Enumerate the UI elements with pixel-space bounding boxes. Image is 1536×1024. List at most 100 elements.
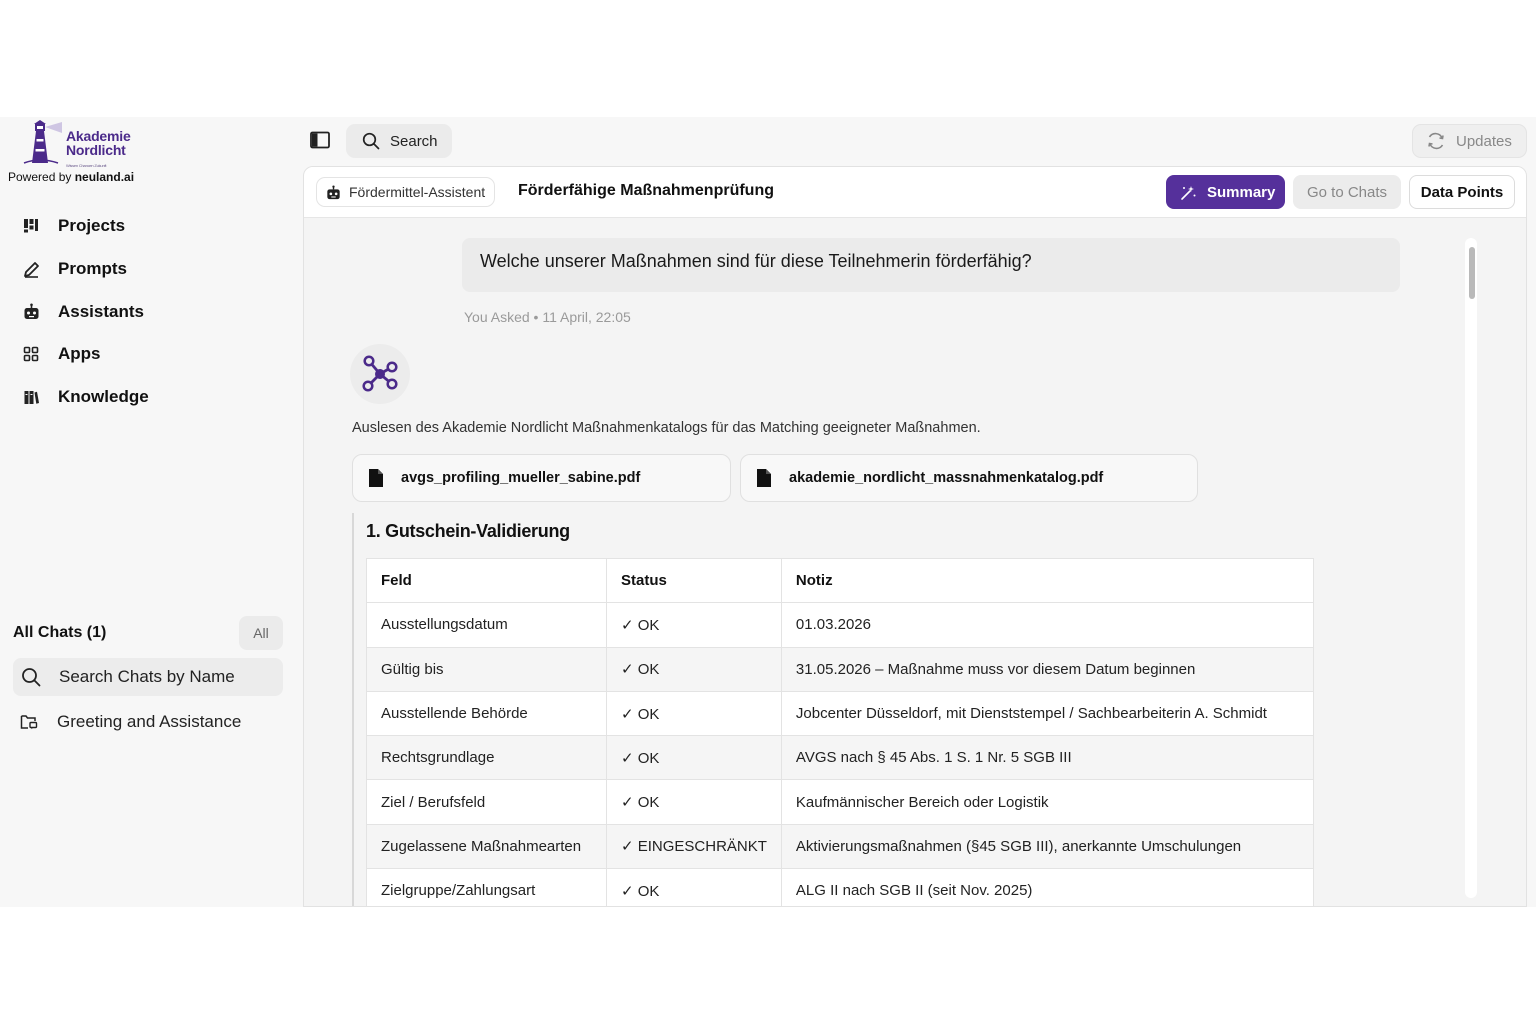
- table-row: Zielgruppe/Zahlungsart ✓ OK ALG II nach …: [366, 868, 1315, 906]
- table-cell: ✓ OK: [606, 779, 782, 825]
- data-points-button[interactable]: Data Points: [1409, 175, 1515, 209]
- robot-icon: [22, 303, 40, 321]
- summary-button-label: Summary: [1207, 183, 1276, 201]
- sidebar-item-label: Projects: [58, 216, 126, 236]
- table-header-row: Feld Status Notiz: [366, 557, 1315, 604]
- sidebar-item-knowledge[interactable]: Knowledge: [22, 376, 149, 419]
- search-chats-input[interactable]: Search Chats by Name: [13, 658, 283, 696]
- table-cell: Jobcenter Düsseldorf, mit Dienststempel …: [780, 690, 1315, 737]
- brand-name-line2: Nordlicht: [66, 142, 126, 158]
- chat-header: Fördermittel-Assistent Förderfähige Maßn…: [304, 167, 1526, 218]
- assistant-avatar: [350, 344, 410, 404]
- all-chats-filter-button[interactable]: All: [239, 616, 283, 650]
- table-cell: Zielgruppe/Zahlungsart: [366, 868, 607, 906]
- powered-name: neuland.ai: [74, 170, 135, 184]
- network-icon: [362, 355, 398, 392]
- summary-button[interactable]: Summary: [1166, 175, 1285, 209]
- scrollbar-thumb[interactable]: [1469, 247, 1475, 299]
- sidebar-item-assistants[interactable]: Assistants: [22, 290, 149, 333]
- document-icon: [757, 469, 771, 487]
- robot-icon: [327, 184, 340, 199]
- chat-panel: Fördermittel-Assistent Förderfähige Maßn…: [303, 166, 1527, 907]
- updates-button[interactable]: Updates: [1412, 124, 1527, 158]
- refresh-icon: [1428, 132, 1444, 150]
- sidebar-item-label: Knowledge: [58, 387, 149, 407]
- column-header: Notiz: [780, 557, 1315, 604]
- user-question-bubble: Welche unserer Maßnahmen sind für diese …: [462, 238, 1400, 292]
- assistant-intro-text: Auslesen des Akademie Nordlicht Maßnahme…: [352, 420, 981, 436]
- search-button[interactable]: Search: [346, 124, 452, 158]
- lighthouse-icon: [23, 120, 62, 164]
- table-cell: Rechtsgrundlage: [366, 735, 607, 781]
- table-cell: ✓ OK: [606, 868, 782, 906]
- brand-logo[interactable]: Akademie Nordlicht Wissen Chancen Zukunf…: [18, 119, 131, 173]
- table-cell: ✓ OK: [606, 646, 782, 692]
- assistant-chip[interactable]: Fördermittel-Assistent: [316, 177, 496, 207]
- table-cell: ✓ OK: [606, 735, 782, 781]
- projects-icon: [22, 217, 40, 235]
- sidebar-item-apps[interactable]: Apps: [22, 333, 149, 376]
- table-cell: ✓ OK: [606, 602, 782, 648]
- folder-chat-icon: [20, 715, 38, 730]
- table-cell: AVGS nach § 45 Abs. 1 S. 1 Nr. 5 SGB III: [780, 735, 1315, 781]
- sidebar-item-prompts[interactable]: Prompts: [22, 248, 149, 291]
- file-attachment[interactable]: akademie_nordlicht_massnahmenkatalog.pdf: [740, 454, 1198, 502]
- section-heading: 1. Gutschein-Validierung: [366, 521, 570, 541]
- brand-name: Akademie Nordlicht Wissen Chancen Zukunf…: [66, 129, 131, 173]
- table-row: Ausstellende Behörde ✓ OK Jobcenter Düss…: [366, 690, 1315, 737]
- table-cell: ALG II nach SGB II (seit Nov. 2025): [780, 868, 1315, 906]
- go-to-chats-button[interactable]: Go to Chats: [1293, 175, 1401, 209]
- assistant-chip-label: Fördermittel-Assistent: [349, 184, 486, 200]
- powered-by: Powered by neuland.ai: [8, 170, 134, 184]
- table-row: Ausstellungsdatum ✓ OK 01.03.2026: [366, 602, 1315, 648]
- table-cell: Ausstellungsdatum: [366, 602, 607, 648]
- page-title: Förderfähige Maßnahmenprüfung: [518, 182, 774, 199]
- magic-wand-icon: [1181, 185, 1196, 200]
- sidebar: Akademie Nordlicht Wissen Chancen Zukunf…: [0, 117, 303, 907]
- search-icon: [22, 668, 41, 687]
- table-cell: 01.03.2026: [780, 602, 1315, 648]
- sidebar-item-label: Prompts: [58, 259, 127, 279]
- table-cell: Ausstellende Behörde: [366, 690, 607, 737]
- books-icon: [22, 388, 40, 406]
- table-cell: 31.05.2026 – Maßnahme muss vor diesem Da…: [780, 646, 1315, 692]
- file-attachment[interactable]: avgs_profiling_mueller_sabine.pdf: [352, 454, 731, 502]
- question-timestamp: You Asked • 11 April, 22:05: [464, 309, 631, 325]
- file-name: akademie_nordlicht_massnahmenkatalog.pdf: [789, 470, 1104, 486]
- search-chats-placeholder: Search Chats by Name: [59, 667, 235, 686]
- chat-item-greeting[interactable]: Greeting and Assistance: [20, 707, 241, 737]
- chat-item-label: Greeting and Assistance: [57, 712, 242, 731]
- sidebar-nav: Projects Prompts Assistants Apps Knowled…: [22, 205, 149, 418]
- all-chats-title: All Chats (1): [13, 624, 107, 641]
- table-cell: Ziel / Berufsfeld: [366, 779, 607, 825]
- pencil-icon: [22, 260, 40, 278]
- sidebar-item-label: Assistants: [58, 301, 144, 321]
- file-name: avgs_profiling_mueller_sabine.pdf: [401, 470, 641, 486]
- all-chats-header: All Chats (1) All: [13, 616, 283, 650]
- sidebar-item-projects[interactable]: Projects: [22, 205, 149, 248]
- table-row: Ziel / Berufsfeld ✓ OK Kaufmännischer Be…: [366, 779, 1315, 825]
- table-cell: Gültig bis: [366, 646, 607, 692]
- table-cell: ✓ OK: [606, 690, 782, 737]
- grid-icon: [22, 345, 40, 363]
- table-row: Rechtsgrundlage ✓ OK AVGS nach § 45 Abs.…: [366, 735, 1315, 781]
- sidebar-toggle-icon: [310, 131, 330, 149]
- app-window: Akademie Nordlicht Wissen Chancen Zukunf…: [0, 117, 1536, 907]
- document-icon: [369, 469, 383, 487]
- column-header: Feld: [366, 557, 607, 604]
- powered-prefix: Powered by: [8, 170, 72, 184]
- table-row: Zugelassene Maßnahmearten ✓ EINGESCHRÄNK…: [366, 823, 1315, 870]
- table-cell: Aktivierungsmaßnahmen (§45 SGB III), ane…: [780, 823, 1315, 870]
- table-row: Gültig bis ✓ OK 31.05.2026 – Maßnahme mu…: [366, 646, 1315, 692]
- brand-name-line1: Akademie: [66, 128, 131, 144]
- scrollbar-track[interactable]: [1465, 238, 1477, 898]
- table-cell: ✓ EINGESCHRÄNKT: [606, 823, 782, 870]
- search-icon: [362, 132, 380, 150]
- search-button-label: Search: [390, 132, 438, 150]
- column-header: Status: [606, 557, 782, 604]
- table-cell: Kaufmännischer Bereich oder Logistik: [780, 779, 1315, 825]
- table-cell: Zugelassene Maßnahmearten: [366, 823, 607, 870]
- validation-table: Feld Status Notiz Ausstellungsdatum ✓ OK…: [366, 557, 1315, 906]
- sidebar-toggle-button[interactable]: [310, 131, 332, 151]
- sidebar-item-label: Apps: [58, 344, 101, 364]
